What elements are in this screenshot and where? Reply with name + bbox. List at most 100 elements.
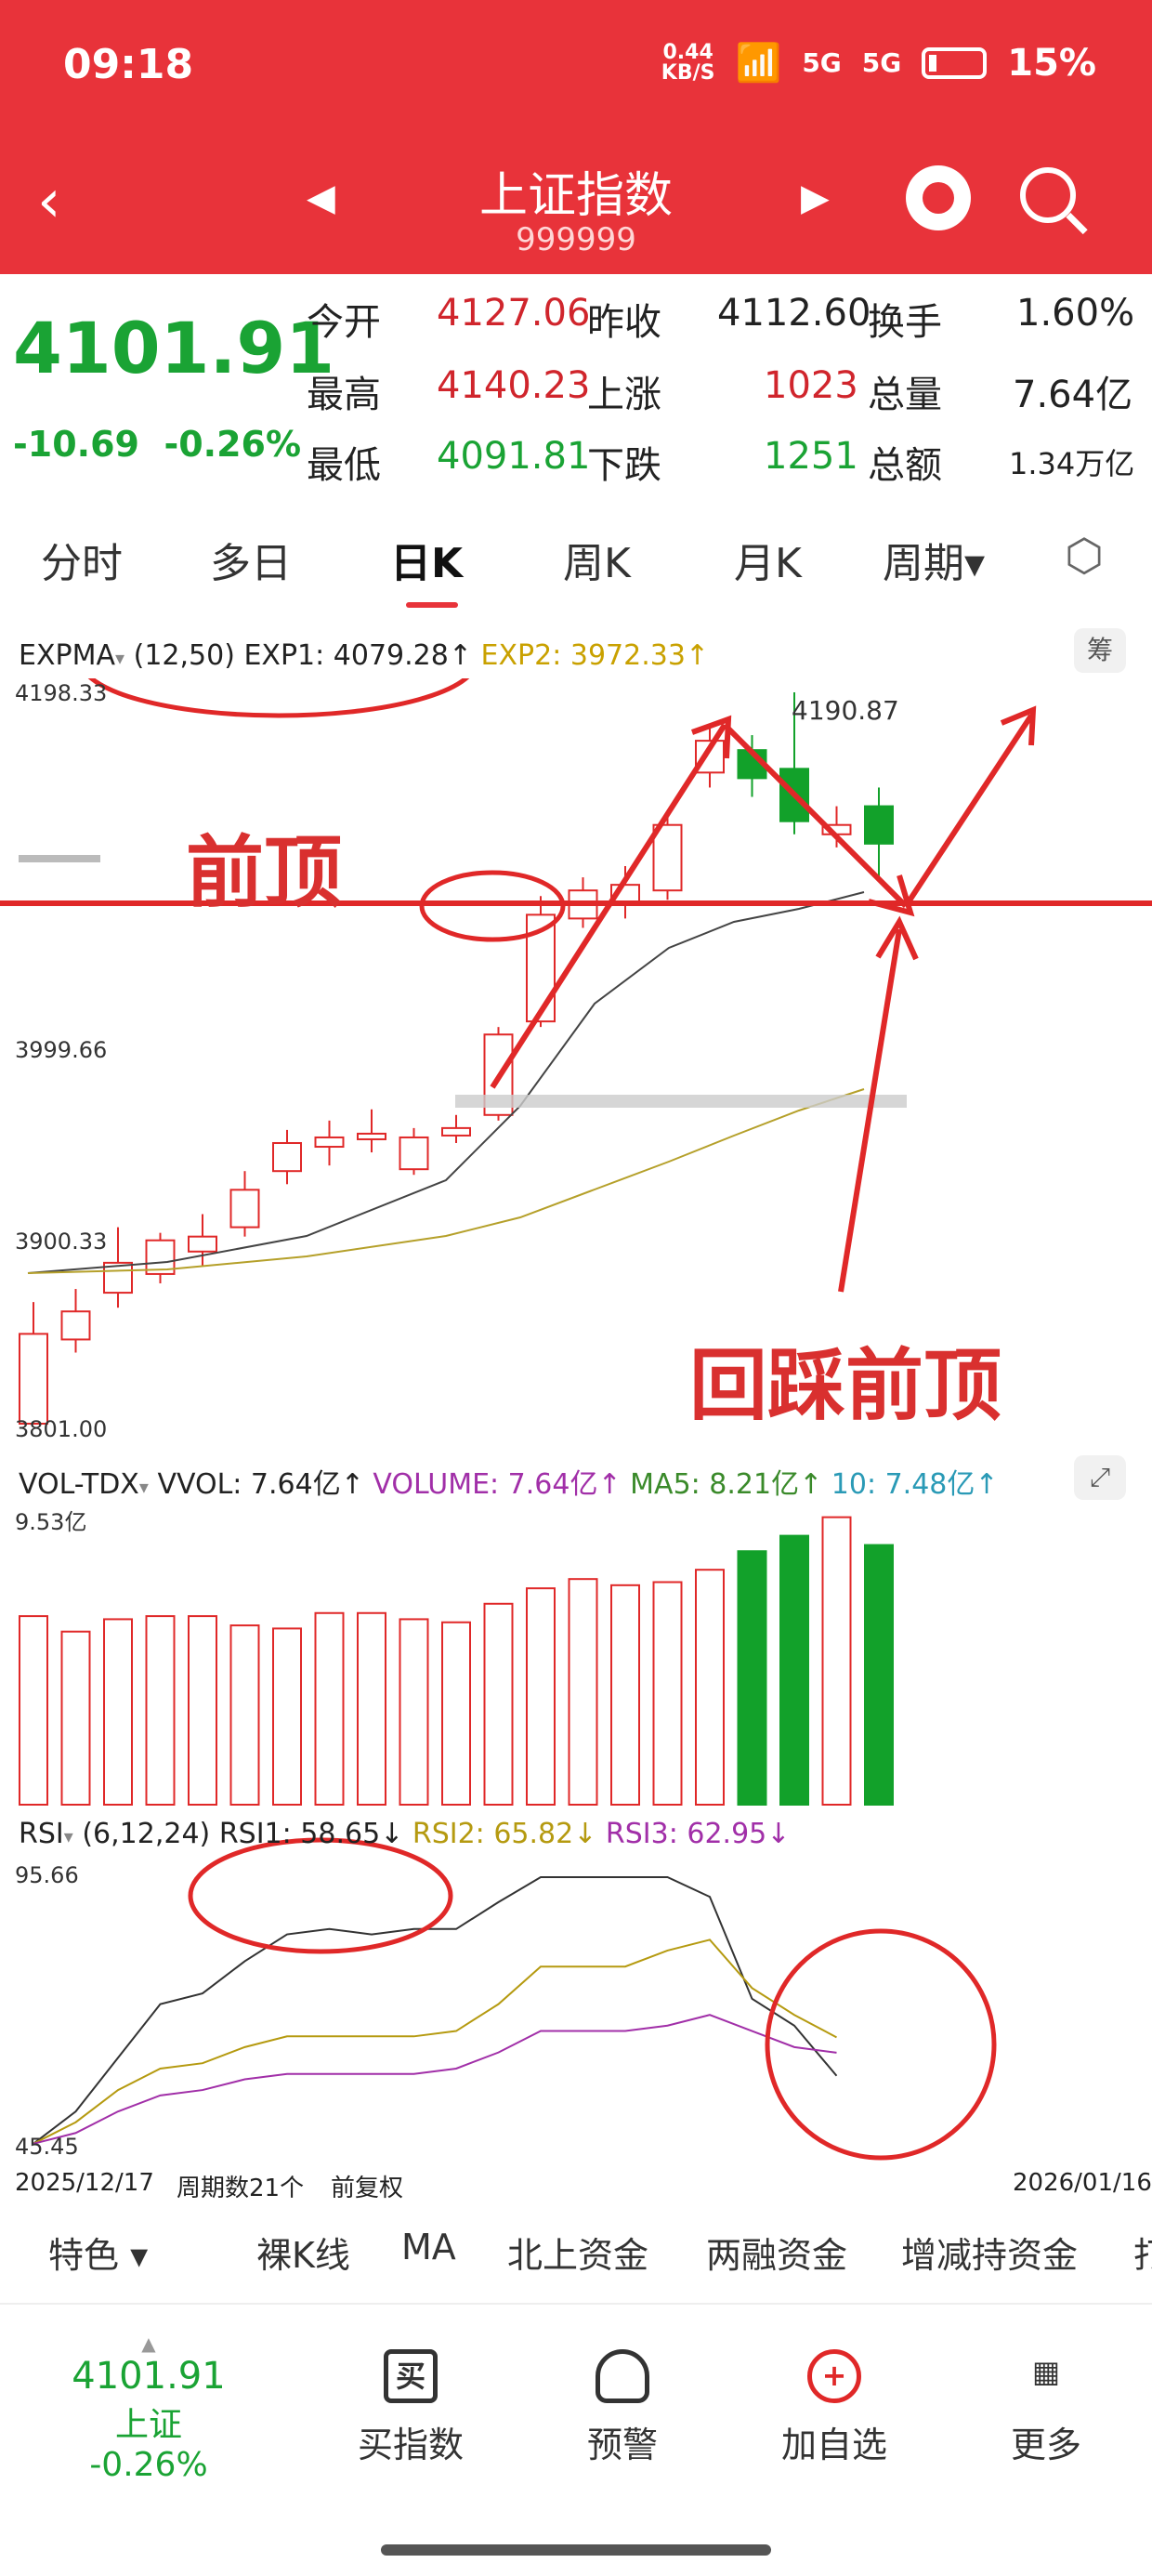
volume-bar (483, 1602, 514, 1806)
tab-bare-k[interactable]: 裸K线 (256, 2227, 350, 2278)
label-up: 上涨 (587, 374, 661, 416)
chip-button[interactable]: 筹 (1074, 628, 1126, 673)
vol-ma10: 10: 7.48亿↑ (831, 1468, 999, 1501)
adjust-mode[interactable]: 前复权 (331, 2169, 403, 2203)
mascot-icon[interactable] (906, 165, 971, 230)
price-axis-mid2: 3900.33 (15, 1229, 108, 1255)
candle-body (357, 1132, 386, 1140)
more-button[interactable]: ▦ 更多 (962, 2349, 1130, 2467)
footer-quote[interactable]: ▲ 4101.91 上证 -0.26% (65, 2333, 232, 2484)
rsi-axis-min: 45.45 (15, 2134, 79, 2160)
signal-5g-2: 5G (861, 47, 902, 78)
volume-bar (272, 1627, 302, 1806)
rsi-rsi3: RSI3: 62.95↓ (605, 1818, 791, 1850)
search-icon[interactable] (1020, 167, 1076, 223)
circle-rsi-cross (765, 1928, 997, 2161)
left-marker (19, 855, 100, 862)
vol-dropdown-icon[interactable]: ▾ (139, 1476, 149, 1498)
vol-header[interactable]: VOL-TDX▾ VVOL: 7.64亿↑ VOLUME: 7.64亿↑ MA5… (19, 1461, 999, 1502)
tab-monthly-k[interactable]: 月K (734, 530, 802, 589)
expma-exp1: EXP1: 4079.28↑ (243, 639, 472, 672)
rsi-header[interactable]: RSI▾ (6,12,24) RSI1: 58.65↓ RSI2: 65.82↓… (19, 1818, 790, 1850)
volume-bar (314, 1611, 345, 1806)
tab-feature[interactable]: 特色 ▾ (48, 2227, 148, 2278)
volume-bar (60, 1630, 91, 1807)
circle-expma (87, 678, 470, 718)
label-amt: 总额 (868, 444, 942, 487)
alert-label: 预警 (586, 2425, 658, 2465)
value-vol: 7.64亿 (1013, 374, 1133, 416)
volume-bar (864, 1544, 894, 1807)
tab-northbound[interactable]: 北上资金 (507, 2227, 648, 2278)
add-watchlist-button[interactable]: + 加自选 (751, 2349, 918, 2467)
vol-name[interactable]: VOL-TDX (19, 1468, 139, 1501)
value-open: 4127.06 (437, 292, 591, 335)
footer-bar: ▲ 4101.91 上证 -0.26% 买 买指数 预警 + 加自选 ▦ 更多 (0, 2303, 1152, 2576)
candle-body (314, 1136, 345, 1149)
footer-price: 4101.91 (72, 2355, 226, 2398)
label-open: 今开 (307, 301, 381, 344)
tab-ma[interactable]: MA (401, 2227, 456, 2267)
value-down: 1251 (764, 435, 858, 478)
expma-header[interactable]: EXPMA▾ (12,50) EXP1: 4079.28↑ EXP2: 3972… (19, 639, 709, 672)
vol-vvol: VVOL: 7.64亿↑ (157, 1468, 364, 1501)
tab-holdings[interactable]: 增减持资金 (901, 2227, 1078, 2278)
settings-hex-icon[interactable]: ⬡ (1065, 530, 1104, 582)
candle-body (19, 1333, 48, 1426)
value-turnover: 1.60% (1016, 292, 1135, 335)
indicator-tabs: 特色 ▾ 裸K线 MA 北上资金 两融资金 增减持资金 打 (0, 2210, 1152, 2293)
volume-bar (441, 1621, 471, 1807)
tab-intraday[interactable]: 分时 (41, 530, 123, 589)
expma-dropdown-icon[interactable]: ▾ (115, 647, 124, 669)
candle-body (441, 1126, 471, 1137)
grid-icon: ▦ (1031, 2354, 1061, 2389)
alert-button[interactable]: 预警 (539, 2349, 706, 2467)
next-stock-arrow-icon[interactable]: ▶ (801, 177, 830, 219)
kline-chart[interactable] (0, 678, 1152, 2193)
candle-body (229, 1189, 260, 1229)
value-low: 4091.81 (437, 435, 591, 478)
rsi-dropdown-icon[interactable]: ▾ (64, 1825, 73, 1847)
volume-bar (399, 1618, 429, 1807)
date-end: 2026/01/16 (1013, 2169, 1152, 2197)
page-title: 上证指数 (478, 168, 673, 224)
title-bar: ‹ ◀ 上证指数 999999 ▶ (0, 139, 1152, 274)
add-circle-icon: + (807, 2349, 861, 2403)
expma-name[interactable]: EXPMA (19, 639, 115, 672)
add-watchlist-label: 加自选 (780, 2425, 887, 2465)
volume-bar (145, 1615, 176, 1806)
value-high: 4140.23 (437, 364, 591, 407)
active-tab-underline (406, 602, 458, 608)
volume-bar (695, 1569, 725, 1806)
tab-margin[interactable]: 两融资金 (706, 2227, 847, 2278)
candle-body (652, 823, 683, 892)
volume-bar (652, 1581, 683, 1806)
label-high: 最高 (307, 374, 381, 416)
caret-up-icon: ▲ (141, 2333, 156, 2355)
period-tabs: 分时 多日 日K 周K 月K 周期▾ ⬡ (0, 530, 1152, 595)
annotation-front-top: 前顶 (186, 827, 343, 918)
buy-index-label: 买指数 (357, 2425, 464, 2465)
tab-weekly-k[interactable]: 周K (563, 530, 631, 589)
footer-label: 上证 -0.26% (89, 2406, 208, 2484)
status-icons: 0.44 KB/S 📶 5G 5G 15% (661, 41, 1096, 85)
label-vol: 总量 (868, 374, 942, 416)
rsi-axis-max: 95.66 (15, 1862, 79, 1888)
battery-icon (922, 46, 988, 79)
buy-icon: 买 (384, 2349, 438, 2403)
buy-index-button[interactable]: 买 买指数 (327, 2349, 494, 2467)
tab-period-dropdown[interactable]: 周期▾ (883, 530, 985, 589)
rsi-name[interactable]: RSI (19, 1818, 64, 1850)
label-turnover: 换手 (868, 301, 942, 344)
home-indicator (381, 2544, 771, 2556)
volume-bar (229, 1624, 260, 1806)
volume-bar (188, 1615, 217, 1806)
volume-bar (526, 1587, 556, 1807)
rsi2-line (33, 1939, 837, 2145)
candle-body (60, 1310, 91, 1341)
tab-more-cut[interactable]: 打 (1133, 2227, 1152, 2278)
wifi-icon: 📶 (735, 42, 782, 85)
tab-multiday[interactable]: 多日 (210, 530, 292, 589)
tab-daily-k[interactable]: 日K (390, 530, 463, 589)
expand-icon[interactable]: ⤢ (1074, 1455, 1126, 1500)
